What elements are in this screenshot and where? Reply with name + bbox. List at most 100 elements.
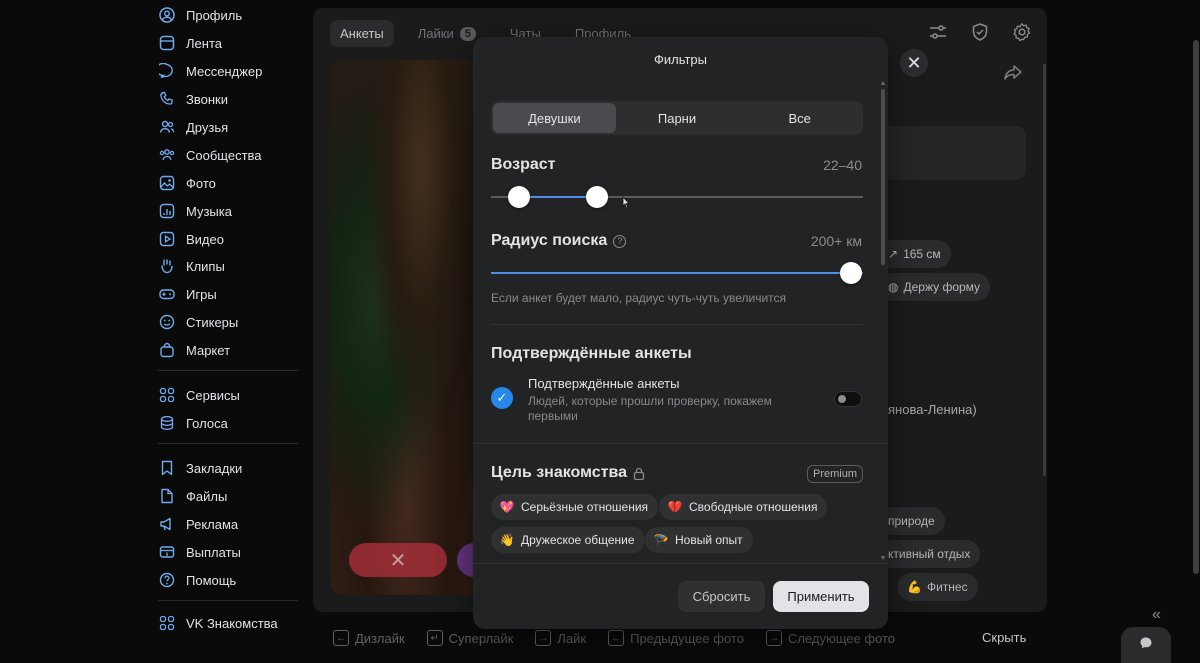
apply-button[interactable]: Применить <box>773 581 869 612</box>
sidebar-item-messenger[interactable]: Мессенджер <box>158 58 262 84</box>
dumbbell-icon: ◍ <box>888 280 899 294</box>
sidebar-item-calls[interactable]: Звонки <box>158 86 228 112</box>
age-value: 22–40 <box>823 157 862 173</box>
flexed-arm-icon: 💪 <box>907 580 922 594</box>
sidebar-item-label: Стикеры <box>186 314 239 330</box>
chat-button[interactable] <box>1121 627 1171 663</box>
music-icon <box>158 202 176 220</box>
lock-icon <box>633 467 645 480</box>
hint-label: Суперлайк <box>448 630 514 646</box>
tab-label: Анкеты <box>340 26 384 41</box>
message-icon <box>158 62 176 80</box>
sidebar-item-help[interactable]: Помощь <box>158 567 236 593</box>
sidebar-item-votes[interactable]: Голоса <box>158 410 228 436</box>
sidebar-item-feed[interactable]: Лента <box>158 30 222 56</box>
sidebar-item-ads[interactable]: Реклама <box>158 511 238 537</box>
age-title: Возраст <box>491 156 555 174</box>
help-icon[interactable]: ? <box>613 234 627 248</box>
info-card <box>878 126 1026 180</box>
dislike-button[interactable]: ✕ <box>349 543 447 577</box>
double-chevron-left-icon[interactable]: « <box>1152 606 1161 624</box>
sidebar-item-communities[interactable]: Сообщества <box>158 142 262 168</box>
broken-heart-icon: 💔 <box>667 500 683 514</box>
sidebar-item-games[interactable]: Игры <box>158 281 217 307</box>
age-max-thumb[interactable] <box>586 186 608 208</box>
verified-description: Людей, которые прошли проверку, покажем … <box>528 394 772 423</box>
verified-check-icon: ✓ <box>491 387 513 409</box>
divider <box>491 324 863 325</box>
goal-chip-serious[interactable]: 💖 Серьёзные отношения <box>491 494 659 520</box>
profile-photo[interactable] <box>331 60 481 595</box>
sidebar-item-clips[interactable]: Клипы <box>158 253 225 279</box>
tab-profiles[interactable]: Анкеты <box>330 20 394 47</box>
goal-chip-friendly[interactable]: 👋 Дружеское общение <box>491 527 645 553</box>
sidebar-item-video[interactable]: Видео <box>158 226 224 252</box>
sidebar-item-label: Игры <box>186 286 217 302</box>
sidebar-item-label: Музыка <box>186 203 232 219</box>
sidebar-item-friends[interactable]: Друзья <box>158 114 228 140</box>
sidebar-item-label: Клипы <box>186 258 225 274</box>
likes-count-badge: 5 <box>459 26 476 41</box>
scroll-up-arrow-icon[interactable] <box>881 81 885 85</box>
verified-toggle[interactable] <box>834 391 862 407</box>
goal-chip-free[interactable]: 💔 Свободные отношения <box>659 494 828 520</box>
user-circle-icon <box>158 6 176 24</box>
sidebar-item-services[interactable]: Сервисы <box>158 382 240 408</box>
key-left-icon: ← <box>608 630 625 646</box>
sidebar-item-vk-dating[interactable]: VK Знакомства <box>158 610 278 636</box>
sidebar-item-market[interactable]: Маркет <box>158 337 230 363</box>
section-label: Подтверждённые анкеты <box>491 345 692 362</box>
apps-icon <box>158 614 176 632</box>
communities-icon <box>158 146 176 164</box>
feed-icon <box>158 34 176 52</box>
key-right-icon: → <box>765 630 782 646</box>
sidebar-item-label: Выплаты <box>186 544 241 560</box>
sidebar-item-payouts[interactable]: Выплаты <box>158 539 241 565</box>
sidebar-item-label: Сообщества <box>186 147 262 163</box>
phone-icon <box>158 90 176 108</box>
gender-option-girls[interactable]: Девушки <box>493 103 616 133</box>
modal-scrollbar[interactable] <box>881 89 885 265</box>
sidebar-item-music[interactable]: Музыка <box>158 198 232 224</box>
services-icon <box>158 386 176 404</box>
fitness-chip: ◍ Держу форму <box>878 273 991 301</box>
hide-hints-link[interactable]: Скрыть <box>982 630 1026 645</box>
gear-icon[interactable] <box>1012 22 1032 42</box>
sidebar-item-label: Сервисы <box>186 387 240 403</box>
scroll-down-arrow-icon[interactable] <box>881 556 885 560</box>
gender-option-all[interactable]: Все <box>738 103 861 133</box>
chip-label: Фитнес <box>926 580 968 594</box>
page-scrollbar[interactable] <box>1193 40 1199 574</box>
sidebar-item-files[interactable]: Файлы <box>158 483 227 509</box>
close-icon: ✕ <box>906 52 922 73</box>
chip-label: Свободные отношения <box>689 500 818 514</box>
filter-sliders-icon[interactable] <box>928 22 948 42</box>
premium-badge: Premium <box>807 465 864 483</box>
panel-scrollbar[interactable] <box>1043 64 1046 476</box>
sidebar-item-label: Реклама <box>186 516 239 532</box>
toggle-knob <box>838 395 846 403</box>
height-icon: ↗ <box>888 247 899 261</box>
sidebar-item-stickers[interactable]: Стикеры <box>158 309 238 335</box>
sidebar-item-label: Профиль <box>186 7 243 23</box>
radius-slider-track[interactable] <box>491 272 863 274</box>
sidebar-item-label: Мессенджер <box>186 63 263 79</box>
shield-check-icon[interactable] <box>970 22 990 42</box>
reset-button[interactable]: Сбросить <box>678 581 765 612</box>
close-icon: ✕ <box>389 549 407 572</box>
radius-thumb[interactable] <box>840 262 862 284</box>
parachute-icon: 🪂 <box>653 533 669 547</box>
sidebar-item-bookmarks[interactable]: Закладки <box>158 455 242 481</box>
gender-option-guys[interactable]: Парни <box>616 103 739 133</box>
section-label: Цель знакомства <box>491 464 627 481</box>
goal-chip-new-experience[interactable]: 🪂 Новый опыт <box>645 527 753 553</box>
photo-overlay <box>331 60 481 595</box>
sidebar-item-photo[interactable]: Фото <box>158 170 216 196</box>
divider <box>473 443 888 444</box>
chip-label: Дружеское общение <box>521 533 635 547</box>
share-icon[interactable] <box>1003 62 1023 82</box>
radius-note: Если анкет будет мало, радиус чуть-чуть … <box>491 291 787 305</box>
close-filters-button[interactable]: ✕ <box>900 49 928 77</box>
age-min-thumb[interactable] <box>508 186 530 208</box>
sidebar-item-profile[interactable]: Профиль <box>158 2 242 28</box>
